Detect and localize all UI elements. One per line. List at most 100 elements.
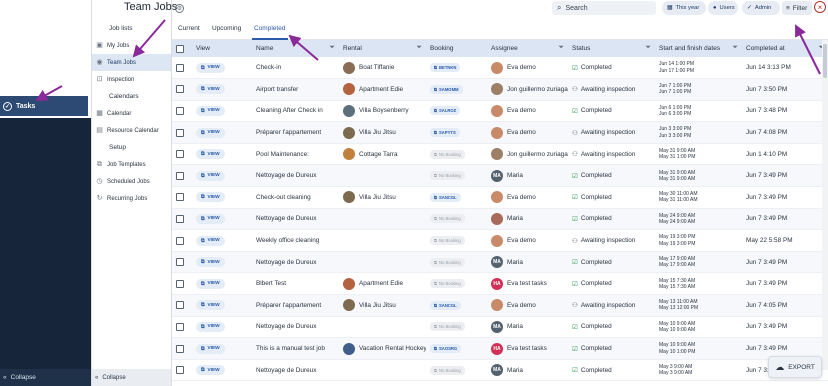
row-checkbox[interactable]	[176, 150, 184, 159]
booking-chip[interactable]: ⧉ SAPYTS	[430, 128, 460, 138]
settings-icon[interactable]: ⚙	[175, 4, 184, 13]
view-button[interactable]: ⧉ VIEW	[196, 105, 225, 116]
table-row[interactable]: ⧉ VIEW Nettoyage de Dureux ⧉ No Booking Ma…	[172, 208, 828, 230]
tab-upcoming[interactable]: Upcoming	[212, 25, 241, 32]
view-button[interactable]: ⧉ VIEW	[196, 127, 225, 138]
booking-chip[interactable]: ⧉ SAOSRG	[430, 344, 462, 354]
column-header-rental[interactable]: Rental ⏷	[339, 40, 426, 57]
booking-chip[interactable]: ⧉ SAMOMM	[430, 84, 463, 94]
row-checkbox[interactable]	[176, 322, 184, 331]
search-box[interactable]: ⌕ Search	[552, 1, 656, 15]
filter-funnel-icon[interactable]: ⏷	[329, 44, 335, 52]
booking-chip[interactable]: ⧉ SALROZ	[430, 106, 461, 116]
booking-chip[interactable]: ⧉ BETNKN	[430, 63, 461, 73]
table-row[interactable]: ⧉ VIEW Nettoyage de Dureux ⧉ No Booking MA…	[172, 251, 828, 273]
booking-chip: ⧉ No Booking	[430, 322, 465, 332]
sidebar-collapse-button[interactable]: « Collapse	[92, 369, 171, 386]
assignee-name: Maria	[507, 366, 523, 374]
table-row[interactable]: ⧉ VIEW Préparer l'appartement Villa Jiu J…	[172, 121, 828, 144]
row-checkbox[interactable]	[176, 63, 184, 72]
sidebar-item-scheduled-jobs[interactable]: ◷ Scheduled Jobs	[92, 173, 171, 190]
view-button[interactable]: ⧉ VIEW	[196, 300, 225, 311]
view-button[interactable]: ⧉ VIEW	[196, 170, 225, 181]
view-button[interactable]: ⧉ VIEW	[196, 84, 225, 95]
filter-chip-admin[interactable]: ✓ Admin	[742, 1, 780, 15]
row-checkbox[interactable]	[176, 85, 184, 94]
sidebar-item-job-templates[interactable]: ⧉ Job Templates	[92, 156, 171, 173]
scrollbar-thumb[interactable]	[823, 44, 827, 78]
row-checkbox[interactable]	[176, 301, 184, 310]
booking-chip[interactable]: ⧉ SANCGL	[430, 192, 461, 202]
row-checkbox[interactable]	[176, 214, 184, 223]
view-button[interactable]: ⧉ VIEW	[196, 365, 225, 376]
view-button[interactable]: ⧉ VIEW	[196, 62, 225, 73]
column-header-view[interactable]: View	[192, 40, 252, 57]
table-row[interactable]: ⧉ VIEW Check-in Boat Tiffanie ⧉ BETNKN Eva…	[172, 57, 828, 79]
filter-funnel-icon[interactable]: ⏷	[558, 44, 564, 52]
column-header-name[interactable]: Name ⏷	[252, 40, 339, 57]
table-row[interactable]: ⧉ VIEW Airport transfer Apartment Edie ⧉ S…	[172, 78, 828, 101]
status-info: ⚇ Awaiting inspection	[572, 129, 655, 137]
view-button[interactable]: ⧉ VIEW	[196, 235, 225, 246]
table-row[interactable]: ⧉ VIEW Weekly office cleaning ⧉ No Booking…	[172, 230, 828, 252]
column-header-booking[interactable]: Booking	[426, 40, 487, 57]
table-row[interactable]: ⧉ VIEW Nettoyage de Dureux ⧉ No Booking MA…	[172, 359, 828, 381]
column-header-dates[interactable]: Start and finish dates ⏷	[655, 40, 742, 57]
open-external-icon: ⧉	[201, 368, 205, 374]
booking-chip[interactable]: ⧉ SANCGL	[430, 300, 461, 310]
table-row[interactable]: ⧉ VIEW Cleaning After Check in Villa Boys…	[172, 100, 828, 122]
filter-funnel-icon[interactable]: ⏷	[416, 44, 422, 52]
sidebar-item-recurring-jobs[interactable]: ↻ Recurring Jobs	[92, 190, 171, 207]
avatar	[491, 148, 503, 161]
check-square-icon: ☑	[572, 172, 578, 180]
table-row[interactable]: ⧉ VIEW Nettoyage de Dureux ⧉ No Booking MA…	[172, 164, 828, 187]
sidebar-item-team-jobs[interactable]: ◉ Team Jobs	[92, 54, 171, 71]
sidebar-item-inspection[interactable]: ⊡ Inspection	[92, 71, 171, 88]
sidebar-item-my-jobs[interactable]: ▣ My Jobs	[92, 37, 171, 54]
filter-button[interactable]: ≡ Filter	[782, 1, 812, 15]
column-header-status[interactable]: Status ⏷	[568, 40, 655, 57]
close-icon[interactable]: ×	[814, 1, 826, 13]
table-row[interactable]: ⧉ VIEW Préparer l'appartement Villa Jiu J…	[172, 294, 828, 317]
column-header-assignee[interactable]: Assignee ⏷	[487, 40, 568, 57]
table-row[interactable]: ⧉ VIEW Nettoyage de Dureux ⧉ No Booking MA…	[172, 316, 828, 338]
tab-current[interactable]: Current	[178, 25, 200, 32]
app-collapse-button[interactable]: « Collapse	[0, 369, 91, 386]
sidebar-item-resource-calendar[interactable]: ▤ Resource Calendar	[92, 122, 171, 139]
view-button[interactable]: ⧉ VIEW	[196, 257, 225, 268]
view-button[interactable]: ⧉ VIEW	[196, 343, 225, 354]
row-checkbox[interactable]	[176, 344, 184, 353]
row-checkbox[interactable]	[176, 258, 184, 267]
vertical-scrollbar[interactable]	[822, 40, 828, 370]
table-row[interactable]: ⧉ VIEW Blbert Test Apartment Edie ⧉ No Boo…	[172, 273, 828, 295]
row-checkbox[interactable]	[176, 171, 184, 180]
nav-item-tasks[interactable]: ✓ Tasks	[0, 96, 88, 116]
view-button[interactable]: ⧉ VIEW	[196, 321, 225, 332]
filter-chip-users[interactable]: ● Users	[708, 1, 738, 15]
table-row[interactable]: ⧉ VIEW This is a manual test job Vacation…	[172, 337, 828, 360]
sidebar-section-setup: Setup	[109, 144, 126, 151]
tab-completed[interactable]: Completed	[254, 25, 285, 32]
table-row[interactable]: ⧉ VIEW Pool Maintenance: Cottage Tarra ⧉ N…	[172, 143, 828, 165]
view-button[interactable]: ⧉ VIEW	[196, 278, 225, 289]
finish-date: May 10 1:00 PM	[659, 348, 696, 355]
row-checkbox[interactable]	[176, 236, 184, 245]
table-row[interactable]: ⧉ VIEW Check-out cleaning Villa Jiu Jitsu…	[172, 187, 828, 209]
view-button[interactable]: ⧉ VIEW	[196, 149, 225, 160]
row-checkbox[interactable]	[176, 279, 184, 288]
filter-funnel-icon[interactable]: ⏷	[732, 44, 738, 52]
row-checkbox[interactable]	[176, 128, 184, 137]
select-all-checkbox[interactable]	[176, 44, 184, 53]
row-checkbox[interactable]	[176, 106, 184, 115]
row-checkbox[interactable]	[176, 193, 184, 202]
team-icon: ◉	[96, 59, 103, 66]
column-header-completed-at[interactable]: Completed at⏷	[742, 40, 828, 57]
rental-cell: Cottage Tarra	[339, 143, 426, 165]
sidebar-item-calendar[interactable]: ▦ Calendar	[92, 105, 171, 122]
filter-funnel-icon[interactable]: ⏷	[645, 44, 651, 52]
filter-chip-this-year[interactable]: ▦ This year	[662, 1, 706, 15]
view-button[interactable]: ⧉ VIEW	[196, 192, 225, 203]
row-checkbox[interactable]	[176, 366, 184, 375]
export-button[interactable]: ☁ EXPORT	[768, 356, 822, 378]
view-button[interactable]: ⧉ VIEW	[196, 213, 225, 224]
